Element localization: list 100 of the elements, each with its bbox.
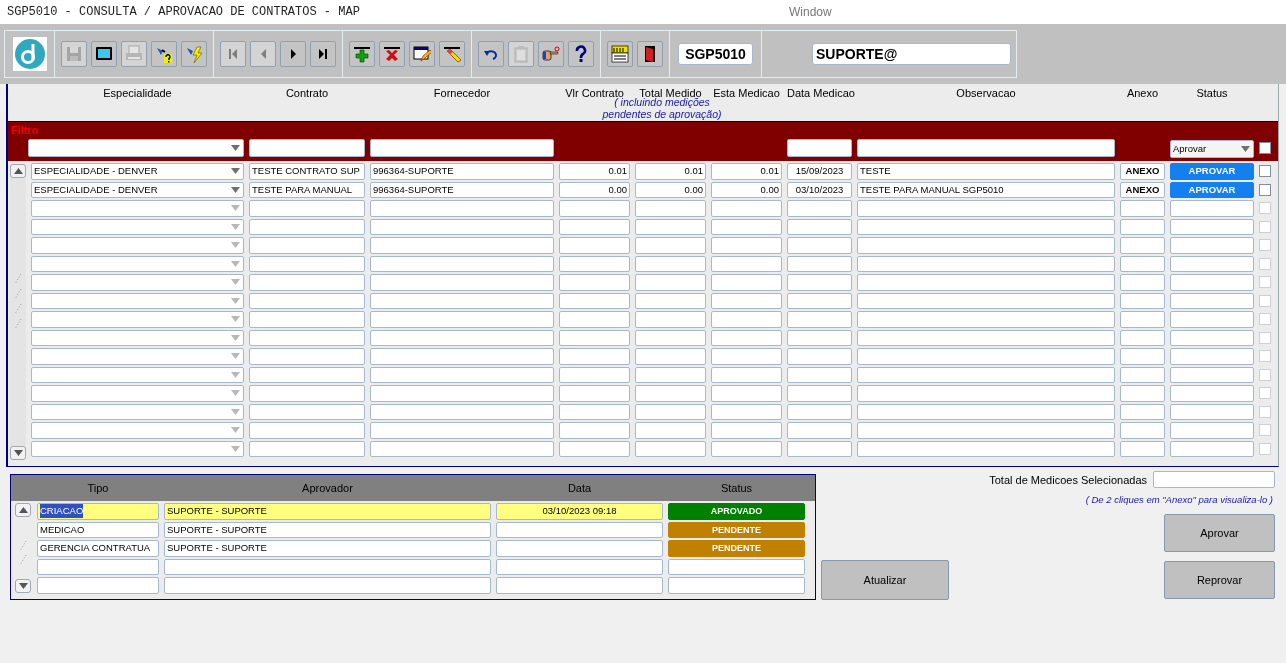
total-measured-field[interactable] <box>635 255 706 272</box>
supplier-field[interactable]: 996364-SUPORTE <box>370 181 554 198</box>
supplier-field[interactable] <box>370 403 554 420</box>
observation-field[interactable] <box>857 311 1115 328</box>
contract-field[interactable] <box>249 218 365 235</box>
observation-field[interactable] <box>857 218 1115 235</box>
contract-value-field[interactable] <box>559 292 630 309</box>
measurement-value-field[interactable] <box>711 403 782 420</box>
contract-field[interactable]: TESTE CONTRATO SUP <box>249 163 365 180</box>
measurement-value-field[interactable] <box>711 366 782 383</box>
measurement-date-field[interactable] <box>787 274 852 291</box>
specialty-dropdown[interactable] <box>31 385 244 402</box>
observation-field[interactable] <box>857 255 1115 272</box>
measurement-date-field[interactable] <box>787 329 852 346</box>
date-filter-field[interactable] <box>787 139 852 157</box>
date-field[interactable]: 03/10/2023 09:18 <box>496 503 663 520</box>
observation-filter-field[interactable] <box>857 139 1115 157</box>
help-button[interactable] <box>568 41 594 67</box>
next-record-button[interactable] <box>280 41 306 67</box>
contract-field[interactable] <box>249 366 365 383</box>
status-field[interactable] <box>1170 200 1254 217</box>
measurement-date-field[interactable] <box>787 255 852 272</box>
contract-value-field[interactable] <box>559 274 630 291</box>
supplier-field[interactable]: 996364-SUPORTE <box>370 163 554 180</box>
contract-value-field[interactable]: 0.01 <box>559 163 630 180</box>
measurement-value-field[interactable] <box>711 255 782 272</box>
contract-field[interactable]: TESTE PARA MANUAL <box>249 181 365 198</box>
attachment-field[interactable] <box>1120 422 1165 439</box>
supplier-field[interactable] <box>370 292 554 309</box>
supplier-field[interactable] <box>370 274 554 291</box>
attachment-field[interactable] <box>1120 218 1165 235</box>
total-measured-field[interactable] <box>635 311 706 328</box>
total-measured-field[interactable] <box>635 274 706 291</box>
attachment-field[interactable] <box>1120 200 1165 217</box>
total-measured-field[interactable] <box>635 292 706 309</box>
total-measured-field[interactable]: 0.01 <box>635 163 706 180</box>
supplier-filter-field[interactable] <box>370 139 554 157</box>
specialty-dropdown[interactable] <box>31 292 244 309</box>
attachment-field[interactable] <box>1120 385 1165 402</box>
status-field[interactable] <box>1170 274 1254 291</box>
measurement-date-field[interactable] <box>787 200 852 217</box>
specialty-dropdown[interactable] <box>31 422 244 439</box>
contract-value-field[interactable] <box>559 348 630 365</box>
specialty-dropdown[interactable] <box>31 403 244 420</box>
attachment-field[interactable] <box>1120 440 1165 457</box>
supplier-field[interactable] <box>370 422 554 439</box>
contract-value-field[interactable] <box>559 329 630 346</box>
specialty-dropdown[interactable] <box>31 440 244 457</box>
attachment-field[interactable] <box>1120 403 1165 420</box>
menu-button[interactable] <box>607 41 633 67</box>
scroll-down-button[interactable] <box>10 446 26 460</box>
observation-field[interactable] <box>857 237 1115 254</box>
measurement-date-field[interactable] <box>787 422 852 439</box>
contract-field[interactable] <box>249 200 365 217</box>
total-measured-field[interactable] <box>635 440 706 457</box>
total-measured-field[interactable]: 0.00 <box>635 181 706 198</box>
measurement-value-field[interactable] <box>711 200 782 217</box>
status-field[interactable] <box>1170 311 1254 328</box>
total-measured-field[interactable] <box>635 329 706 346</box>
measurement-value-field[interactable] <box>711 422 782 439</box>
specialty-dropdown[interactable] <box>31 311 244 328</box>
contract-value-field[interactable] <box>559 255 630 272</box>
approver-field[interactable]: SUPORTE - SUPORTE <box>164 540 491 557</box>
specialty-dropdown[interactable] <box>31 274 244 291</box>
total-measured-field[interactable] <box>635 348 706 365</box>
date-field[interactable] <box>496 577 663 594</box>
measurement-value-field[interactable] <box>711 329 782 346</box>
attachment-field[interactable] <box>1120 366 1165 383</box>
measurement-date-field[interactable] <box>787 311 852 328</box>
measurement-date-field[interactable] <box>787 218 852 235</box>
specialty-dropdown[interactable] <box>31 255 244 272</box>
attachment-field[interactable]: ANEXO <box>1120 181 1165 198</box>
status-field[interactable] <box>1170 292 1254 309</box>
contract-field[interactable] <box>249 403 365 420</box>
observation-field[interactable] <box>857 348 1115 365</box>
contract-value-field[interactable] <box>559 385 630 402</box>
specialty-dropdown[interactable] <box>31 348 244 365</box>
attachment-field[interactable] <box>1120 292 1165 309</box>
specialty-dropdown[interactable]: ESPECIALIDADE - DENVER <box>31 163 244 180</box>
approve-status-button[interactable]: APROVAR <box>1170 163 1254 180</box>
attachment-field[interactable] <box>1120 274 1165 291</box>
contract-value-field[interactable] <box>559 218 630 235</box>
exit-button[interactable] <box>637 41 663 67</box>
supplier-field[interactable] <box>370 255 554 272</box>
supplier-field[interactable] <box>370 311 554 328</box>
measurement-value-field[interactable]: 0.00 <box>711 181 782 198</box>
specialty-dropdown[interactable] <box>31 329 244 346</box>
refresh-button[interactable]: Atualizar <box>821 560 949 600</box>
scroll-up-button[interactable] <box>15 503 31 517</box>
checkbox[interactable] <box>1259 142 1271 154</box>
contract-field[interactable] <box>249 311 365 328</box>
approve-status-button[interactable]: APROVAR <box>1170 181 1254 198</box>
attachment-field[interactable] <box>1120 311 1165 328</box>
measurement-date-field[interactable] <box>787 348 852 365</box>
attachment-field[interactable] <box>1120 255 1165 272</box>
measurement-value-field[interactable] <box>711 311 782 328</box>
measurement-date-field[interactable] <box>787 385 852 402</box>
date-field[interactable] <box>496 521 663 538</box>
observation-field[interactable] <box>857 292 1115 309</box>
checkbox[interactable] <box>1259 183 1271 196</box>
